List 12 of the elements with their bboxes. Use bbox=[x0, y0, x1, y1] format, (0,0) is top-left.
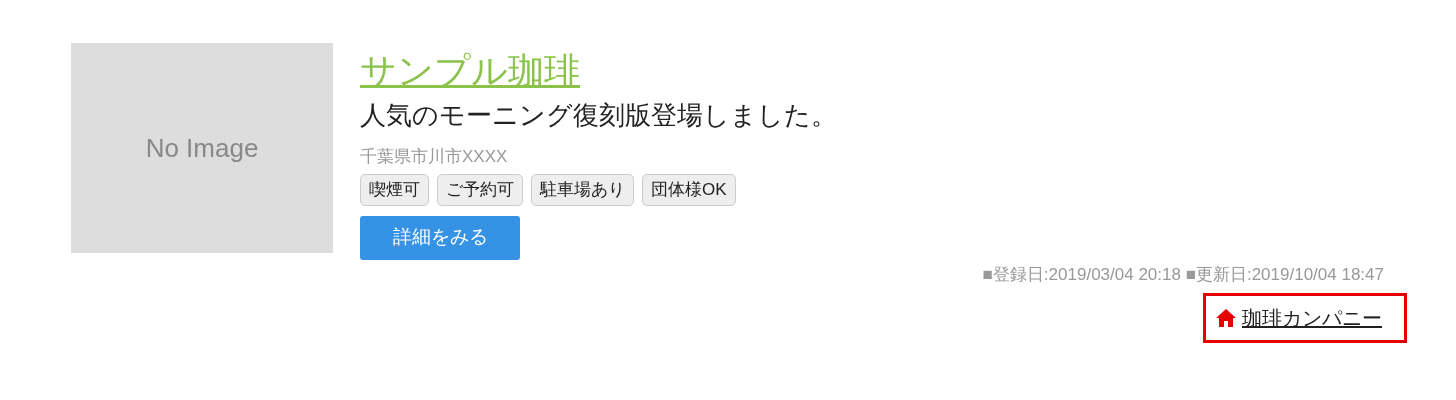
feature-tag: ご予約可 bbox=[437, 173, 523, 206]
company-link[interactable]: 珈琲カンパニー bbox=[1203, 293, 1407, 343]
feature-tag: 団体様OK bbox=[642, 173, 736, 206]
dates-text: ■登録日:2019/03/04 20:18 ■更新日:2019/10/04 18:47 bbox=[982, 263, 1384, 286]
catchphrase: 人気のモーニング復刻版登場しました。 bbox=[360, 99, 838, 132]
details-button[interactable]: 詳細をみる bbox=[360, 215, 520, 260]
placeholder-text: No Image bbox=[145, 131, 259, 165]
home-icon bbox=[1216, 309, 1236, 327]
feature-tag: 喫煙可 bbox=[360, 173, 429, 206]
shop-title-link[interactable]: サンプル珈琲 bbox=[360, 49, 580, 93]
address: 千葉県市川市XXXX bbox=[360, 146, 509, 168]
feature-tag: 駐車場あり bbox=[531, 173, 634, 206]
